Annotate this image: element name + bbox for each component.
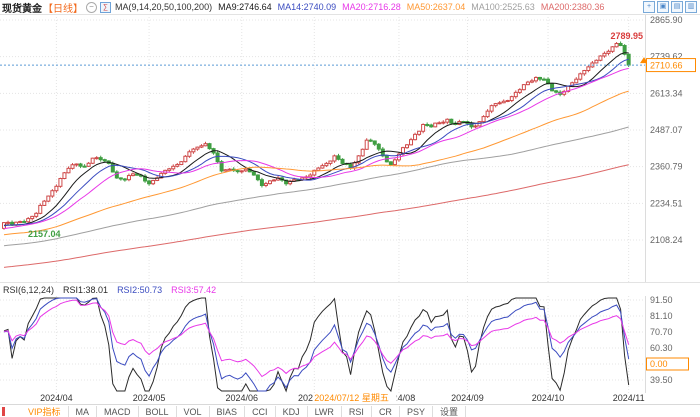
- price-tick-label: 2234.51: [650, 198, 683, 208]
- rsi-line-24: [3, 299, 630, 378]
- symbol-name[interactable]: 现货黄金: [2, 0, 42, 15]
- ma-legend-item: MA50:2637.04: [406, 2, 466, 12]
- indicator-tab-11[interactable]: PSY: [400, 405, 433, 417]
- x-axis-label: 2024/11: [612, 393, 645, 403]
- ma-legend: MA9:2746.64 MA14:2740.09 MA20:2716.28 MA50:…: [212, 2, 604, 12]
- ma-legend-item: MA20:2716.28: [342, 2, 401, 12]
- rsi-tick-label: 91.50: [650, 296, 673, 305]
- ma-line-200: [3, 164, 629, 268]
- ma-line-14: [3, 58, 629, 227]
- move-icon[interactable]: [643, 1, 655, 13]
- x-axis-label: 2024/05: [132, 393, 166, 403]
- indicator-tab-12[interactable]: 设置: [433, 405, 466, 417]
- multi-chart-icon[interactable]: [671, 1, 683, 13]
- rsi-tick-label: 60.30: [650, 343, 673, 353]
- x-axis-label: 2024/06: [225, 393, 259, 403]
- x-axis-label: 2024/04: [40, 393, 73, 403]
- rsi-value-label: 0.00: [650, 359, 668, 369]
- ma-legend-item: MA14:2740.09: [277, 2, 337, 12]
- formula-icon[interactable]: ∑: [100, 1, 111, 13]
- high-annotation: 2789.95: [610, 31, 643, 41]
- rsi-line-12: [3, 297, 630, 392]
- last-price-label: 2710.66: [650, 61, 683, 71]
- indicator-tab-0[interactable]: VIP指标: [21, 405, 69, 417]
- indicator-tab-9[interactable]: RSI: [342, 405, 372, 417]
- rsi-params-label[interactable]: RSI(6,12,24): [3, 285, 54, 295]
- save-layout-icon[interactable]: [685, 1, 697, 13]
- price-tick-label: 2865.90: [650, 15, 683, 25]
- indicator-tab-8[interactable]: LWR: [308, 405, 342, 417]
- price-tick-label: 2108.24: [650, 235, 683, 245]
- indicator-tab-4[interactable]: VOL: [177, 405, 210, 417]
- ma-legend-item: MA100:2525.63: [471, 2, 535, 12]
- rsi-tick-label: 39.50: [650, 375, 673, 385]
- rsi-values: RSI1:38.01 RSI2:50.73 RSI3:57.42: [63, 285, 216, 295]
- header-bar: 现货黄金 【日线】 − ∑ MA(9,14,20,50,100,200) MA9…: [0, 0, 700, 15]
- price-tick-label: 2487.07: [650, 125, 683, 135]
- rsi-legend-item: RSI1:38.01: [63, 285, 109, 295]
- indicator-tab-3[interactable]: BOLL: [139, 405, 177, 417]
- ma-line-50: [3, 90, 629, 236]
- indicator-tab-5[interactable]: BIAS: [210, 405, 246, 417]
- price-tick-label: 2360.79: [650, 162, 683, 172]
- price-tick-label: 2613.34: [650, 88, 683, 98]
- rsi-tick-label: 70.70: [650, 327, 673, 337]
- rsi-legend-item: RSI3:57.42: [171, 285, 217, 295]
- x-axis: 2024/042024/052024/062024/072024/082024/…: [0, 393, 700, 404]
- rsi-line-6: [3, 297, 630, 393]
- indicator-tab-7[interactable]: KDJ: [276, 405, 308, 417]
- low-annotation: 2157.04: [28, 229, 61, 239]
- selected-date-label: 2024/07/12 星期五: [312, 393, 397, 404]
- indicator-tab-6[interactable]: CCI: [245, 405, 276, 417]
- rsi-legend-item: RSI2:50.73: [117, 285, 163, 295]
- rsi-tick-label: 81.10: [650, 311, 673, 321]
- indicator-tab-10[interactable]: CR: [372, 405, 400, 417]
- indicator-toolbar: VIP指标 MA MACD BOLL VOL BIAS CCI KDJ LWR RSI CR PSY 设…: [0, 404, 700, 417]
- ma-legend-item: MA200:2380.36: [540, 2, 605, 12]
- price-axis-labels: 2865.902739.622613.342487.072360.792234.…: [650, 15, 683, 245]
- header-toolbar: [643, 1, 697, 13]
- ma-legend-item: MA9:2746.64: [218, 2, 272, 12]
- period-label[interactable]: 【日线】: [43, 0, 83, 15]
- ma-params-label: MA(9,14,20,50,100,200): [115, 2, 213, 12]
- panel-icon[interactable]: [657, 1, 669, 13]
- rsi-legend: RSI(6,12,24) RSI1:38.01 RSI2:50.73 RSI3:57…: [0, 282, 700, 297]
- toolbar-collapse-icon[interactable]: [2, 407, 5, 416]
- chart-app: 现货黄金 【日线】 − ∑ MA(9,14,20,50,100,200) MA9…: [0, 0, 700, 417]
- candles-layer: [2, 41, 631, 230]
- ma-lines-layer: [3, 52, 629, 268]
- main-gridlines: [0, 14, 645, 282]
- rsi-lines-layer: [3, 297, 630, 393]
- main-chart-canvas[interactable]: 2865.902739.622613.342487.072360.792234.…: [0, 14, 700, 282]
- chart-stack: 2865.90 2739.62 2613.34 2487.07 2360.79 2234.…: [0, 14, 700, 417]
- indicator-tab-1[interactable]: MA: [69, 405, 98, 417]
- rsi-chart-canvas[interactable]: 91.50 81.10 70.70 60.30 39.50 0.00: [0, 296, 700, 393]
- indicator-tab-2[interactable]: MACD: [97, 405, 139, 417]
- collapse-icon[interactable]: −: [86, 1, 97, 13]
- x-axis-label: 2024/09: [451, 393, 484, 403]
- x-axis-label: 2024/10: [531, 393, 565, 403]
